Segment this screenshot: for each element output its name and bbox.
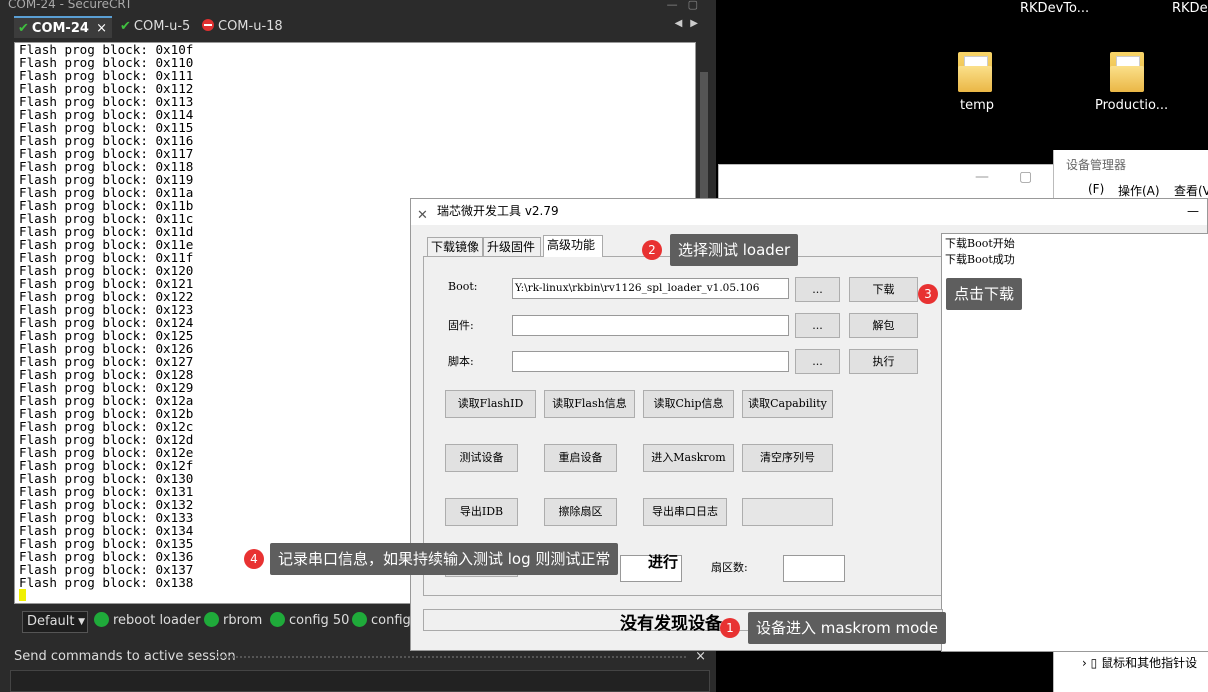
minimize-icon[interactable]: — [1187,199,1199,223]
terminal-line: Flash prog block: 0x138 [19,575,194,590]
send-bar-label: Send commands to active session [14,649,236,664]
button-label: config 50 [289,613,350,628]
button-label: config [371,613,411,628]
window-title: 设备管理器 [1066,158,1127,172]
callout-record-serial: 记录串口信息，如果持续输入测试 log 则测试正常 [270,543,619,575]
desktop-icon-label[interactable]: Productio... [1095,98,1168,113]
download-button[interactable]: 下载 [849,277,918,302]
app-icon: ✕ [417,208,428,223]
unpack-button[interactable]: 解包 [849,313,918,338]
menu-view[interactable]: 查看(V) [1174,182,1208,199]
progress-label: 进行 [648,553,679,571]
execute-button[interactable]: 执行 [849,349,918,374]
reboot-device-button[interactable]: 重启设备 [544,444,617,472]
step-badge-3: 3 [918,284,938,304]
green-dot-icon [94,612,109,627]
script-path-field[interactable] [512,351,789,372]
desktop-icon-label[interactable]: RKDev [1172,1,1208,16]
tab-advanced-functions[interactable]: 高级功能 [543,235,603,257]
minimize-icon[interactable]: — [975,169,989,185]
tab-scroll-arrows[interactable]: ◀▶ [675,18,706,29]
terminal-lines: Flash prog block: 0x10f Flash prog block:… [19,43,193,589]
read-capability-button[interactable]: 读取Capability [742,390,833,418]
enter-maskrom-button[interactable]: 进入Maskrom [643,444,734,472]
close-tab-icon[interactable]: × [96,18,107,40]
folder-icon[interactable] [958,52,992,92]
callout-maskrom-mode: 设备进入 maskrom mode [748,612,947,644]
export-serial-log-button[interactable]: 导出串口日志 [643,498,727,526]
select-value: Default [27,614,75,629]
terminal-cursor [19,589,26,601]
drag-handle[interactable] [216,656,686,658]
sector-count-label: 扇区数: [711,561,748,574]
send-commands-input[interactable] [10,670,710,692]
tab-label: COM-u-18 [218,19,283,34]
boot-label: Boot: [448,280,478,293]
window-title: 瑞芯微开发工具 v2.79 [437,204,559,218]
menu-file[interactable]: (F) [1088,182,1104,196]
clear-serial-button[interactable]: 清空序列号 [742,444,833,472]
session-tabs: ✔ COM-24 × ✔ COM-u-5 COM-u-18 [0,16,716,38]
blank-button[interactable] [742,498,833,526]
button-bar-select[interactable]: Default ▼ [22,611,88,633]
tab-com-u-18[interactable]: COM-u-18 [202,16,283,38]
script-label: 脚本: [448,355,474,368]
maximize-icon[interactable]: ▢ [1019,169,1032,185]
step-badge-4: 4 [244,549,264,569]
device-status-text: 没有发现设备 [620,614,722,634]
green-dot-icon [204,612,219,627]
desktop-icon-label[interactable]: RKDevTo... [1020,1,1089,16]
mouse-icon: ▯ [1090,656,1098,670]
desktop-icon-label[interactable]: temp [960,98,994,113]
read-chip-info-button[interactable]: 读取Chip信息 [643,390,734,418]
tab-label: COM-24 [31,21,89,36]
erase-sector-button[interactable]: 擦除扇区 [544,498,617,526]
tab-com-u-5[interactable]: ✔ COM-u-5 [120,16,190,38]
boot-browse-button[interactable]: ... [795,277,840,302]
green-dot-icon [352,612,367,627]
window-title: COM-24 - SecureCRT [0,0,716,14]
folder-icon[interactable] [1110,52,1144,92]
green-dot-icon [270,612,285,627]
tab-upgrade-firmware[interactable]: 升级固件 [483,237,541,257]
read-flash-id-button[interactable]: 读取FlashID [445,390,536,418]
button-label: rbrom [223,613,263,628]
tree-item[interactable]: › ▯ 鼠标和其他指针设 [1082,654,1197,671]
config-50-button[interactable]: config 50 [270,611,349,631]
button-label: reboot loader [113,613,201,628]
step-badge-2: 2 [642,240,662,260]
log-line: 下载Boot开始 [945,237,1015,250]
tab-download-image[interactable]: 下载镜像 [427,237,483,257]
script-browse-button[interactable]: ... [795,349,840,374]
config-button[interactable]: config [352,611,411,631]
reboot-loader-button[interactable]: reboot loader [94,611,201,631]
window-controls[interactable]: —▢ [667,0,708,10]
firmware-browse-button[interactable]: ... [795,313,840,338]
firmware-label: 固件: [448,319,474,332]
callout-select-loader: 选择测试 loader [670,234,799,266]
rbrom-button[interactable]: rbrom [204,611,262,631]
step-badge-1: 1 [720,618,740,638]
log-line: 下载Boot成功 [945,253,1015,266]
callout-click-download: 点击下载 [946,278,1023,310]
rk-dev-tool-window: ✕ 瑞芯微开发工具 v2.79 — 下载镜像 升级固件 高级功能 Boot: Y… [410,198,1208,652]
read-flash-info-button[interactable]: 读取Flash信息 [544,390,635,418]
boot-path-field[interactable]: Y:\rk-linux\rkbin\rv1126_spl_loader_v1.0… [512,278,789,299]
disconnected-icon [202,19,214,31]
chevron-down-icon: ▼ [78,617,85,627]
tab-label: COM-u-5 [133,19,191,34]
chevron-right-icon: › [1082,656,1087,670]
sector-count-field[interactable] [783,555,845,582]
connected-check-icon: ✔ [120,19,131,34]
firmware-path-field[interactable] [512,315,789,336]
menu-action[interactable]: 操作(A) [1118,182,1160,199]
export-idb-button[interactable]: 导出IDB [445,498,518,526]
connected-check-icon: ✔ [18,21,29,36]
tree-item-label: 鼠标和其他指针设 [1101,656,1198,670]
tab-com-24[interactable]: ✔ COM-24 × [14,16,112,38]
title-bar: ✕ 瑞芯微开发工具 v2.79 — [411,199,1207,225]
test-device-button[interactable]: 测试设备 [445,444,518,472]
